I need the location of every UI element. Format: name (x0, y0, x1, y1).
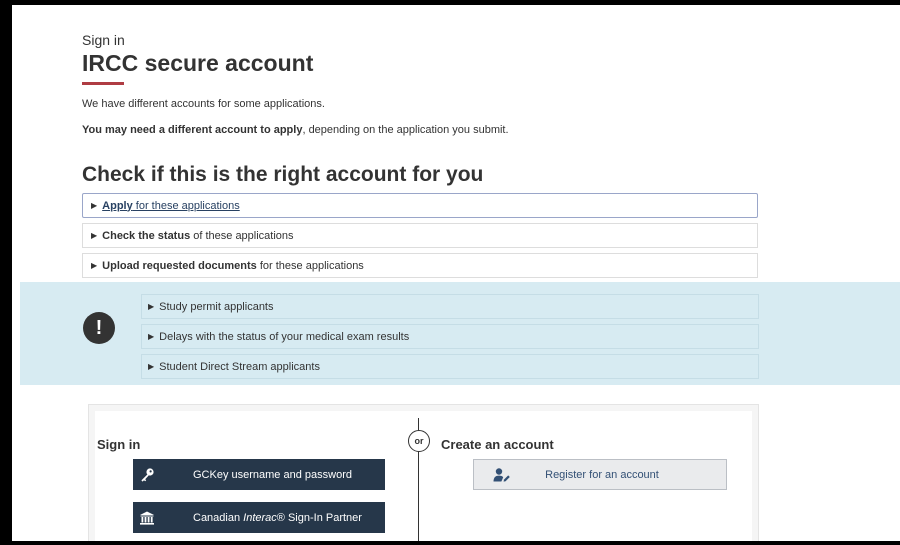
details-apply[interactable]: ▶ Apply for these applications (82, 193, 758, 218)
key-icon (139, 467, 183, 483)
page-title: IRCC secure account (82, 50, 314, 76)
register-account-label: Register for an account (545, 468, 659, 481)
alert-band: ! ▶ Study permit applicants ▶ Delays wit… (20, 282, 900, 385)
interac-suffix: ® Sign-In Partner (276, 511, 362, 524)
alert-item-study-permit[interactable]: ▶ Study permit applicants (141, 294, 759, 319)
interac-prefix: Canadian (193, 511, 244, 524)
details-upload-documents[interactable]: ▶ Upload requested documents for these a… (82, 253, 758, 278)
gckey-signin-label: GCKey username and password (193, 468, 352, 481)
alert-item-label: Study permit applicants (159, 300, 274, 313)
details-apply-link[interactable]: Apply for these applications (102, 200, 240, 212)
create-account-heading: Create an account (441, 437, 554, 452)
intro-line-2-bold: You may need a different account to appl… (82, 124, 303, 136)
page-eyebrow: Sign in (82, 32, 125, 48)
details-upload-documents-rest: for these applications (256, 259, 364, 272)
interac-signin-button[interactable]: Canadian Interac® Sign-In Partner (133, 502, 385, 533)
exclamation-icon: ! (83, 312, 115, 344)
signin-panel: Sign in Create an account GCKey username… (88, 404, 759, 541)
details-apply-bold: Apply (102, 199, 133, 212)
details-check-status[interactable]: ▶ Check the status of these applications (82, 223, 758, 248)
alert-item-student-direct-stream[interactable]: ▶ Student Direct Stream applicants (141, 354, 759, 379)
details-check-status-bold: Check the status (102, 229, 191, 242)
check-heading: Check if this is the right account for y… (82, 163, 484, 186)
signin-heading: Sign in (97, 437, 141, 452)
alert-item-label: Delays with the status of your medical e… (159, 330, 410, 343)
gckey-signin-button[interactable]: GCKey username and password (133, 459, 385, 490)
alert-item-label: Student Direct Stream applicants (159, 360, 320, 373)
caret-right-icon: ▶ (148, 302, 155, 311)
browser-viewport: Sign in IRCC secure account We have diff… (12, 5, 900, 541)
details-upload-documents-label: Upload requested documents for these app… (102, 260, 364, 272)
caret-right-icon: ▶ (148, 332, 155, 341)
caret-right-icon: ▶ (91, 231, 98, 240)
user-edit-icon (480, 467, 524, 483)
bank-icon (139, 510, 183, 526)
interac-italic: Interac (243, 511, 277, 524)
interac-signin-label: Canadian Interac® Sign-In Partner (183, 512, 379, 524)
intro-line-1: We have different accounts for some appl… (82, 98, 325, 110)
details-check-status-label: Check the status of these applications (102, 230, 293, 242)
alert-item-medical-delays[interactable]: ▶ Delays with the status of your medical… (141, 324, 759, 349)
details-check-status-rest: of these applications (190, 229, 294, 242)
intro-line-2: You may need a different account to appl… (82, 124, 509, 136)
caret-right-icon: ▶ (91, 201, 98, 210)
caret-right-icon: ▶ (91, 261, 98, 270)
register-account-button[interactable]: Register for an account (473, 459, 727, 490)
caret-right-icon: ▶ (148, 362, 155, 371)
title-underline (82, 82, 124, 85)
intro-line-2-rest: , depending on the application you submi… (302, 124, 509, 136)
details-apply-rest: for these applications (132, 199, 240, 212)
or-divider-badge: or (408, 430, 430, 452)
details-upload-documents-bold: Upload requested documents (102, 259, 257, 272)
